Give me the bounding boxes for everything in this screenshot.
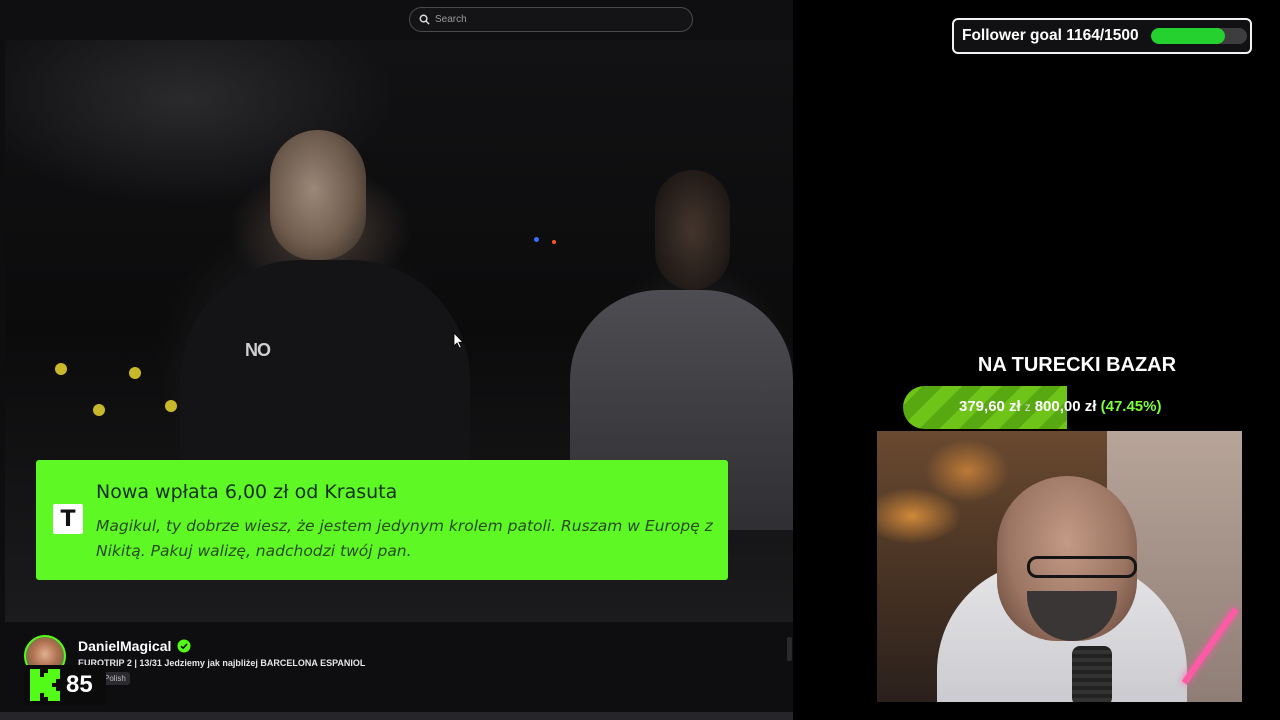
dashboard-light xyxy=(534,237,539,242)
bottom-edge xyxy=(0,712,793,720)
donation-goal-text: 379,60 zł z 800,00 zł (47.45%) xyxy=(959,398,1161,415)
donation-goal-separator: z xyxy=(1024,400,1031,414)
follower-goal-widget: Follower goal 1164/1500 xyxy=(952,18,1252,54)
mouse-cursor-icon xyxy=(453,332,464,349)
channel-info-bar: DanielMagical EUROTRIP 2 | 13/31 Jedziem… xyxy=(0,622,793,720)
seat-pattern-dot xyxy=(93,404,105,416)
webcam-glasses xyxy=(1027,556,1137,578)
browser-window: NO T Nowa wpłata 6,00 zł od Krasuta Magi… xyxy=(0,0,793,720)
verified-badge-icon xyxy=(177,639,191,653)
search-bar[interactable] xyxy=(409,7,693,32)
top-bar xyxy=(0,0,793,40)
webcam-feed xyxy=(877,431,1242,702)
donation-goal-percent: (47.45%) xyxy=(1100,398,1162,415)
donation-goal-target: 800,00 zł xyxy=(1034,398,1097,415)
search-input[interactable] xyxy=(435,14,675,25)
seat-pattern-dot xyxy=(165,400,177,412)
donation-alert: T Nowa wpłata 6,00 zł od Krasuta Magikul… xyxy=(36,460,728,580)
scrollbar-handle[interactable] xyxy=(787,637,792,661)
dashboard-light xyxy=(552,240,556,244)
follower-goal-progress-track xyxy=(1151,28,1247,44)
streamer-face xyxy=(270,130,366,260)
kick-logo-icon xyxy=(30,669,60,701)
shirt-print: NO xyxy=(245,340,271,360)
donation-goal-bar: 379,60 zł z 800,00 zł (47.45%) xyxy=(903,386,1248,429)
donation-alert-title: Nowa wpłata 6,00 zł od Krasuta xyxy=(96,481,398,503)
search-icon xyxy=(419,14,430,25)
passenger-face xyxy=(655,170,730,290)
follower-goal-label: Follower goal 1164/1500 xyxy=(962,27,1139,44)
donation-goal-title: NA TURECKI BAZAR xyxy=(977,354,1177,376)
seat-pattern-dot xyxy=(55,363,67,375)
follower-goal-progress-fill xyxy=(1151,28,1226,44)
stream-title: EUROTRIP 2 | 13/31 Jedziemy jak najbliże… xyxy=(78,658,366,668)
donation-alert-message: Magikul, ty dobrze wiesz, że jestem jedy… xyxy=(96,517,713,560)
channel-name[interactable]: DanielMagical xyxy=(78,638,191,654)
kick-badge: 85 xyxy=(24,665,106,705)
seat-pattern-dot xyxy=(129,367,141,379)
channel-name-label: DanielMagical xyxy=(78,638,172,654)
tipply-logo-icon: T xyxy=(53,504,83,534)
kick-badge-number: 85 xyxy=(66,671,93,698)
donation-goal-current: 379,60 zł xyxy=(959,398,1021,415)
microphone-icon xyxy=(1072,646,1112,702)
